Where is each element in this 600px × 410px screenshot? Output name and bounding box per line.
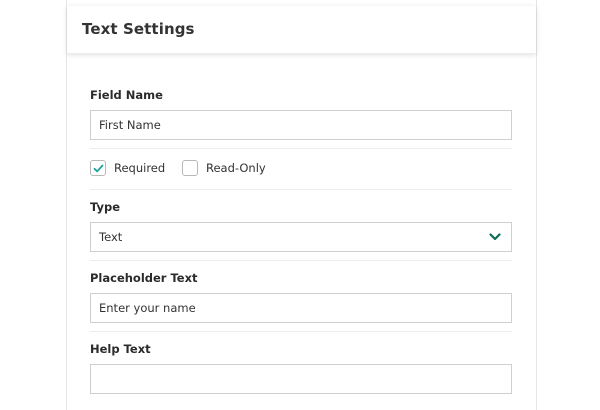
read-only-label: Read-Only: [206, 161, 266, 175]
placeholder-text-label: Placeholder Text: [90, 271, 198, 285]
divider: [90, 148, 512, 149]
help-text-input[interactable]: [90, 364, 512, 394]
required-label: Required: [114, 161, 166, 175]
field-name-label: Field Name: [90, 88, 163, 102]
check-icon: [93, 164, 104, 173]
divider: [90, 331, 512, 332]
placeholder-text-input[interactable]: [90, 293, 512, 323]
divider: [90, 189, 512, 190]
type-selected-value: Text: [99, 230, 123, 244]
panel-title: Text Settings: [82, 20, 195, 38]
read-only-option[interactable]: Read-Only: [182, 160, 266, 176]
type-label: Type: [90, 200, 121, 214]
required-option[interactable]: Required: [90, 160, 165, 176]
chevron-down-icon: [489, 233, 501, 241]
divider: [90, 260, 512, 261]
help-text-label: Help Text: [90, 342, 151, 356]
required-checkbox[interactable]: [90, 160, 106, 176]
read-only-checkbox[interactable]: [182, 160, 198, 176]
type-select[interactable]: Text: [90, 222, 512, 252]
field-name-input[interactable]: [90, 110, 512, 140]
panel-header: Text Settings: [67, 6, 536, 54]
